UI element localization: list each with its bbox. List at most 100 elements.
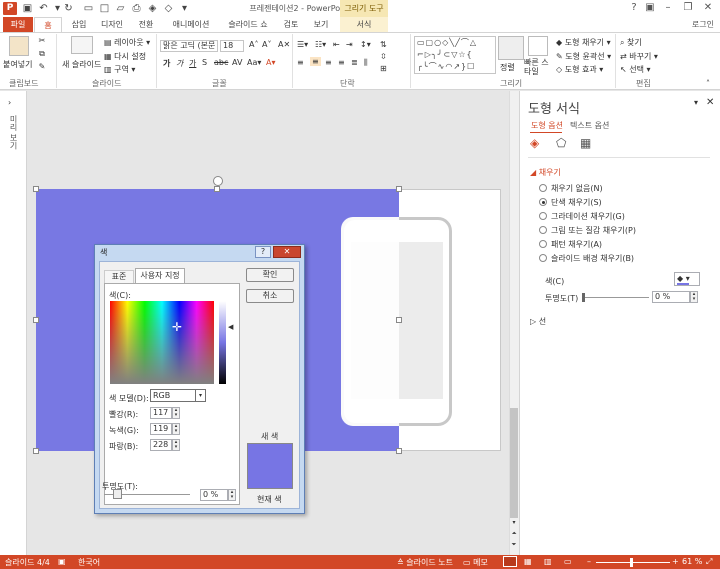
new-slide-icon[interactable] — [71, 36, 93, 54]
tab-review[interactable]: 검토 — [278, 17, 304, 32]
close-window-icon[interactable]: ✕ — [698, 0, 718, 17]
shrink-font-icon[interactable]: A˅ — [262, 40, 271, 49]
tab-transitions[interactable]: 전환 — [132, 17, 160, 32]
distributed-icon[interactable]: ≣ — [351, 58, 358, 67]
fit-to-window-icon[interactable]: ⤢ — [706, 557, 712, 567]
resize-handle-bottom-right[interactable] — [396, 448, 402, 454]
find-button[interactable]: ⌕ 찾기 — [620, 37, 642, 48]
replace-button[interactable]: ⇄ 바꾸기 ▾ — [620, 51, 658, 62]
blue-input[interactable]: 228 — [150, 439, 172, 451]
radio-pattern-fill[interactable] — [539, 240, 547, 248]
transparency-slider-thumb[interactable] — [582, 293, 585, 302]
tab-format[interactable]: 서식 — [340, 17, 388, 32]
zoom-out-icon[interactable]: – — [587, 557, 591, 566]
red-input[interactable]: 117 — [150, 407, 172, 419]
cancel-button[interactable]: 취소 — [246, 289, 294, 303]
fill-line-icon[interactable]: ◈ — [530, 136, 539, 150]
font-color-icon[interactable]: A▾ — [266, 58, 276, 67]
grow-font-icon[interactable]: A˄ — [249, 40, 258, 49]
line-section-header[interactable]: ▷ 선 — [530, 316, 546, 327]
quick-styles-icon[interactable] — [528, 36, 548, 56]
tab-file[interactable]: 파일 — [3, 17, 33, 32]
tab-custom[interactable]: 사용자 지정 — [135, 268, 185, 283]
transparency-slider[interactable] — [583, 297, 649, 298]
dialog-transparency-spinner[interactable]: ▴ ▾ — [228, 489, 236, 501]
color-model-select[interactable]: RGB ▾ — [150, 389, 206, 402]
normal-view-icon[interactable] — [503, 556, 517, 567]
language-indicator[interactable]: 한국어 — [78, 557, 100, 568]
bold-icon[interactable]: 가 — [163, 58, 170, 69]
radio-no-fill[interactable] — [539, 184, 547, 192]
tab-slideshow[interactable]: 슬라이드 쇼 — [222, 17, 274, 32]
tab-shape-options[interactable]: 도형 옵션 — [531, 120, 563, 131]
close-pane-icon[interactable]: ✕ — [706, 97, 714, 108]
section-button[interactable]: ▥ 구역 ▾ — [104, 64, 135, 75]
user-account[interactable]: 로그인 — [692, 19, 714, 30]
tab-design[interactable]: 디자인 — [96, 17, 128, 32]
size-properties-icon[interactable]: ▦ — [580, 136, 591, 150]
red-spinner[interactable]: ▴ ▾ — [172, 407, 180, 419]
expand-panel-icon[interactable]: › — [8, 98, 11, 107]
tab-standard[interactable]: 표준 — [104, 270, 134, 283]
luminance-arrow-icon[interactable]: ◀ — [228, 323, 233, 331]
fill-section-header[interactable]: ◢ 채우기 — [530, 167, 561, 178]
luminance-slider[interactable] — [219, 301, 226, 384]
align-left-icon[interactable]: ≡ — [297, 58, 304, 67]
effects-icon[interactable]: ⬠ — [556, 136, 566, 150]
resize-handle-top[interactable] — [214, 186, 220, 192]
thumbnail-panel-label[interactable]: 미리 보기 — [8, 115, 18, 150]
char-spacing-icon[interactable]: AV — [232, 58, 242, 67]
italic-icon[interactable]: 가 — [176, 58, 183, 69]
tab-home[interactable]: 홈 — [34, 17, 62, 33]
quick-styles-button[interactable]: 빠른 스타일 — [524, 58, 550, 76]
text-direction-icon[interactable]: ⇅ — [380, 40, 387, 49]
select-button[interactable]: ↖ 선택 ▾ — [620, 64, 651, 75]
justify-icon[interactable]: ≡ — [338, 58, 345, 67]
zoom-slider[interactable] — [596, 562, 670, 563]
resize-handle-bottom-left[interactable] — [33, 448, 39, 454]
smartart-icon[interactable]: ⊞ — [380, 64, 387, 73]
shape-effect-button[interactable]: ◇ 도형 효과 ▾ — [556, 64, 603, 75]
rotate-handle[interactable] — [213, 176, 223, 186]
line-spacing-icon[interactable]: ↕▾ — [360, 40, 371, 49]
ribbon-display-icon[interactable]: ▣ — [640, 0, 660, 17]
color-spectrum[interactable] — [110, 301, 214, 384]
vertical-scrollbar-thumb[interactable] — [510, 408, 518, 518]
underline-icon[interactable]: 가 — [189, 58, 196, 69]
align-text-icon[interactable]: ⇳ — [380, 52, 387, 61]
paste-icon[interactable] — [9, 36, 29, 56]
reset-button[interactable]: ▦ 다시 설정 — [104, 51, 146, 62]
previous-slide-icon[interactable]: ⏶ — [510, 530, 518, 540]
zoom-in-icon[interactable]: + — [672, 557, 679, 566]
copy-icon[interactable]: ⧉ — [37, 49, 47, 59]
pane-options-icon[interactable]: ▾ — [694, 98, 698, 107]
color-crosshair-icon[interactable]: ✛ — [172, 320, 182, 334]
next-slide-icon[interactable]: ⏷ — [510, 541, 518, 551]
blue-spinner[interactable]: ▴ ▾ — [172, 439, 180, 451]
align-right-icon[interactable]: ≡ — [325, 58, 332, 67]
resize-handle-left[interactable] — [33, 317, 39, 323]
clear-format-icon[interactable]: A✕ — [278, 40, 290, 49]
resize-handle-top-left[interactable] — [33, 186, 39, 192]
zoom-level[interactable]: 61 % — [682, 557, 702, 566]
dialog-transparency-input[interactable]: 0 % — [200, 489, 228, 501]
radio-background-fill[interactable] — [539, 254, 547, 262]
radio-gradient-fill[interactable] — [539, 212, 547, 220]
dialog-close-button[interactable]: ✕ — [273, 246, 301, 258]
bullets-icon[interactable]: ☰▾ — [297, 40, 308, 49]
slide-sorter-icon[interactable]: ▦ — [524, 557, 532, 566]
shapes-gallery[interactable]: ▭▢○◇╲╱⌒△ ⌐▷╮╯⊂▽☆{╭╰⌒∿◠↗}☐ — [414, 36, 496, 74]
reading-view-icon[interactable]: ▥ — [544, 557, 552, 566]
slideshow-view-icon[interactable]: ▭ — [564, 557, 572, 566]
arrange-icon[interactable] — [498, 36, 524, 60]
transparency-input[interactable]: 0 % — [652, 291, 690, 303]
comments-button[interactable]: ▭ 메모 — [463, 557, 488, 568]
new-slide-button[interactable]: 새 슬라이드 — [62, 59, 101, 70]
radio-picture-fill[interactable] — [539, 226, 547, 234]
tab-animations[interactable]: 애니메이션 — [164, 17, 218, 32]
resize-handle-right[interactable] — [396, 317, 402, 323]
scroll-down-icon[interactable]: ▾ — [510, 519, 518, 529]
zoom-slider-thumb[interactable] — [630, 558, 633, 567]
align-center-icon[interactable]: ≡ — [310, 57, 321, 66]
collapse-ribbon-icon[interactable]: ˄ — [706, 79, 710, 88]
